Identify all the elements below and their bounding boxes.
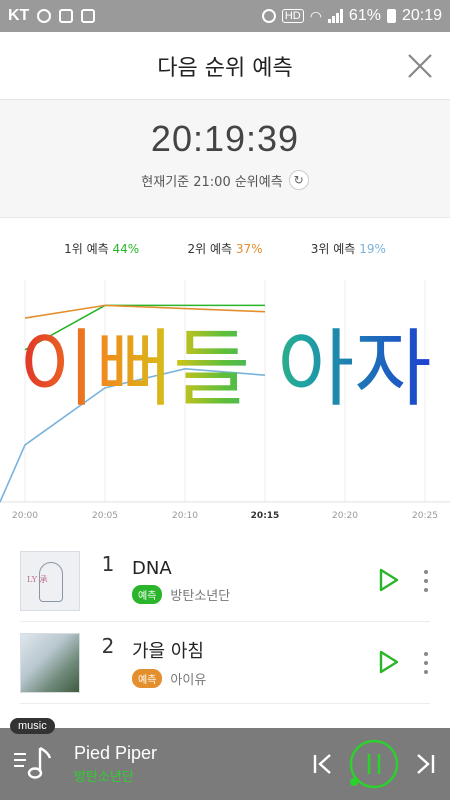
legend-pct: 19% bbox=[359, 242, 386, 256]
artist-name: 아이유 bbox=[170, 673, 207, 688]
rank-number: 2 bbox=[101, 634, 115, 658]
play-icon[interactable] bbox=[378, 568, 400, 592]
alarm-icon bbox=[261, 9, 276, 23]
n-app-icon bbox=[81, 9, 96, 23]
rank-forecast-chart: 20:00 20:05 20:10 20:15 20:20 20:25 이뻐들 아자 bbox=[0, 270, 450, 532]
clock: 20:19 bbox=[401, 7, 442, 24]
rank-number: 1 bbox=[101, 552, 115, 576]
chart-legend: 1위 예측 44% 2위 예측 37% 3위 예측 19% bbox=[0, 240, 450, 257]
song-subline: 예측 방탄소년단 bbox=[132, 584, 231, 604]
song-meta: 가을 아침 예측 아이유 bbox=[132, 637, 206, 688]
player-controls bbox=[310, 738, 438, 790]
legend-label: 3위 예측 bbox=[310, 242, 356, 256]
battery-icon bbox=[386, 9, 396, 23]
x-tick-label: 20:15 bbox=[251, 511, 280, 521]
legend-item-1: 1위 예측 44% bbox=[64, 240, 139, 257]
predict-badge: 예측 bbox=[132, 584, 163, 604]
song-meta: DNA 예측 방탄소년단 bbox=[132, 558, 230, 604]
now-playing-artist: 방탄소년단 bbox=[74, 770, 134, 785]
app-notification-icon bbox=[59, 9, 74, 23]
more-icon[interactable] bbox=[422, 570, 430, 592]
previous-icon[interactable] bbox=[310, 751, 336, 777]
x-tick-label: 20:25 bbox=[412, 511, 438, 521]
pause-button[interactable] bbox=[348, 738, 400, 790]
notification-icon bbox=[37, 9, 52, 23]
x-tick-label: 20:10 bbox=[172, 511, 198, 521]
song-list: LY 承 1 DNA 예측 방탄소년단 2 가을 아침 예측 아이유 bbox=[0, 540, 450, 704]
album-art bbox=[20, 632, 80, 693]
countdown-clock: 20:19:39 bbox=[150, 118, 300, 159]
more-icon[interactable] bbox=[422, 652, 430, 674]
battery-percent: 61% bbox=[348, 7, 381, 24]
page-title: 다음 순위 예측 bbox=[157, 55, 293, 81]
artist-name: 방탄소년단 bbox=[170, 588, 231, 604]
signal-icon bbox=[327, 9, 343, 23]
timer-section: 20:19:39 현재기준 21:00 순위예측 ↻ bbox=[0, 100, 450, 218]
legend-item-2: 2위 예측 37% bbox=[187, 240, 262, 257]
predict-badge: 예측 bbox=[132, 669, 163, 688]
legend-pct: 37% bbox=[235, 242, 263, 256]
playlist-note-icon[interactable] bbox=[12, 742, 56, 786]
mini-player[interactable]: music Pied Piper 방탄소년단 bbox=[0, 718, 450, 800]
carrier-label: KT bbox=[8, 7, 30, 24]
status-bar: KT HD ◠ 61% 20:19 bbox=[0, 0, 450, 32]
now-playing-title: Pied Piper bbox=[74, 743, 158, 763]
refresh-icon[interactable]: ↻ bbox=[288, 170, 309, 190]
forecast-basis: 현재기준 21:00 순위예측 ↻ bbox=[0, 170, 450, 190]
album-art: LY 承 bbox=[20, 550, 80, 611]
next-icon[interactable] bbox=[412, 751, 438, 777]
legend-label: 1위 예측 bbox=[64, 242, 109, 256]
legend-label: 2위 예측 bbox=[187, 242, 233, 256]
song-title: DNA bbox=[132, 557, 172, 579]
legend-item-3: 3위 예측 19% bbox=[311, 240, 386, 257]
play-icon[interactable] bbox=[378, 650, 400, 674]
x-tick-label: 20:00 bbox=[12, 511, 38, 521]
now-playing[interactable]: Pied Piper 방탄소년단 bbox=[74, 743, 157, 785]
list-item[interactable]: LY 承 1 DNA 예측 방탄소년단 bbox=[20, 540, 430, 622]
song-title: 가을 아침 bbox=[132, 641, 204, 662]
legend-pct: 44% bbox=[112, 242, 140, 256]
list-item[interactable]: 2 가을 아침 예측 아이유 bbox=[20, 622, 430, 704]
song-subline: 예측 아이유 bbox=[132, 669, 206, 688]
hd-icon: HD bbox=[281, 9, 304, 23]
close-icon[interactable] bbox=[406, 52, 434, 80]
wifi-icon: ◠ bbox=[309, 7, 322, 24]
forecast-basis-label: 현재기준 21:00 순위예측 bbox=[141, 174, 283, 190]
x-tick-label: 20:20 bbox=[332, 511, 358, 521]
music-tag: music bbox=[10, 718, 55, 734]
overlay-text: 이뻐들 아자 bbox=[18, 320, 431, 418]
x-tick-label: 20:05 bbox=[92, 511, 118, 521]
header: 다음 순위 예측 bbox=[0, 32, 450, 100]
